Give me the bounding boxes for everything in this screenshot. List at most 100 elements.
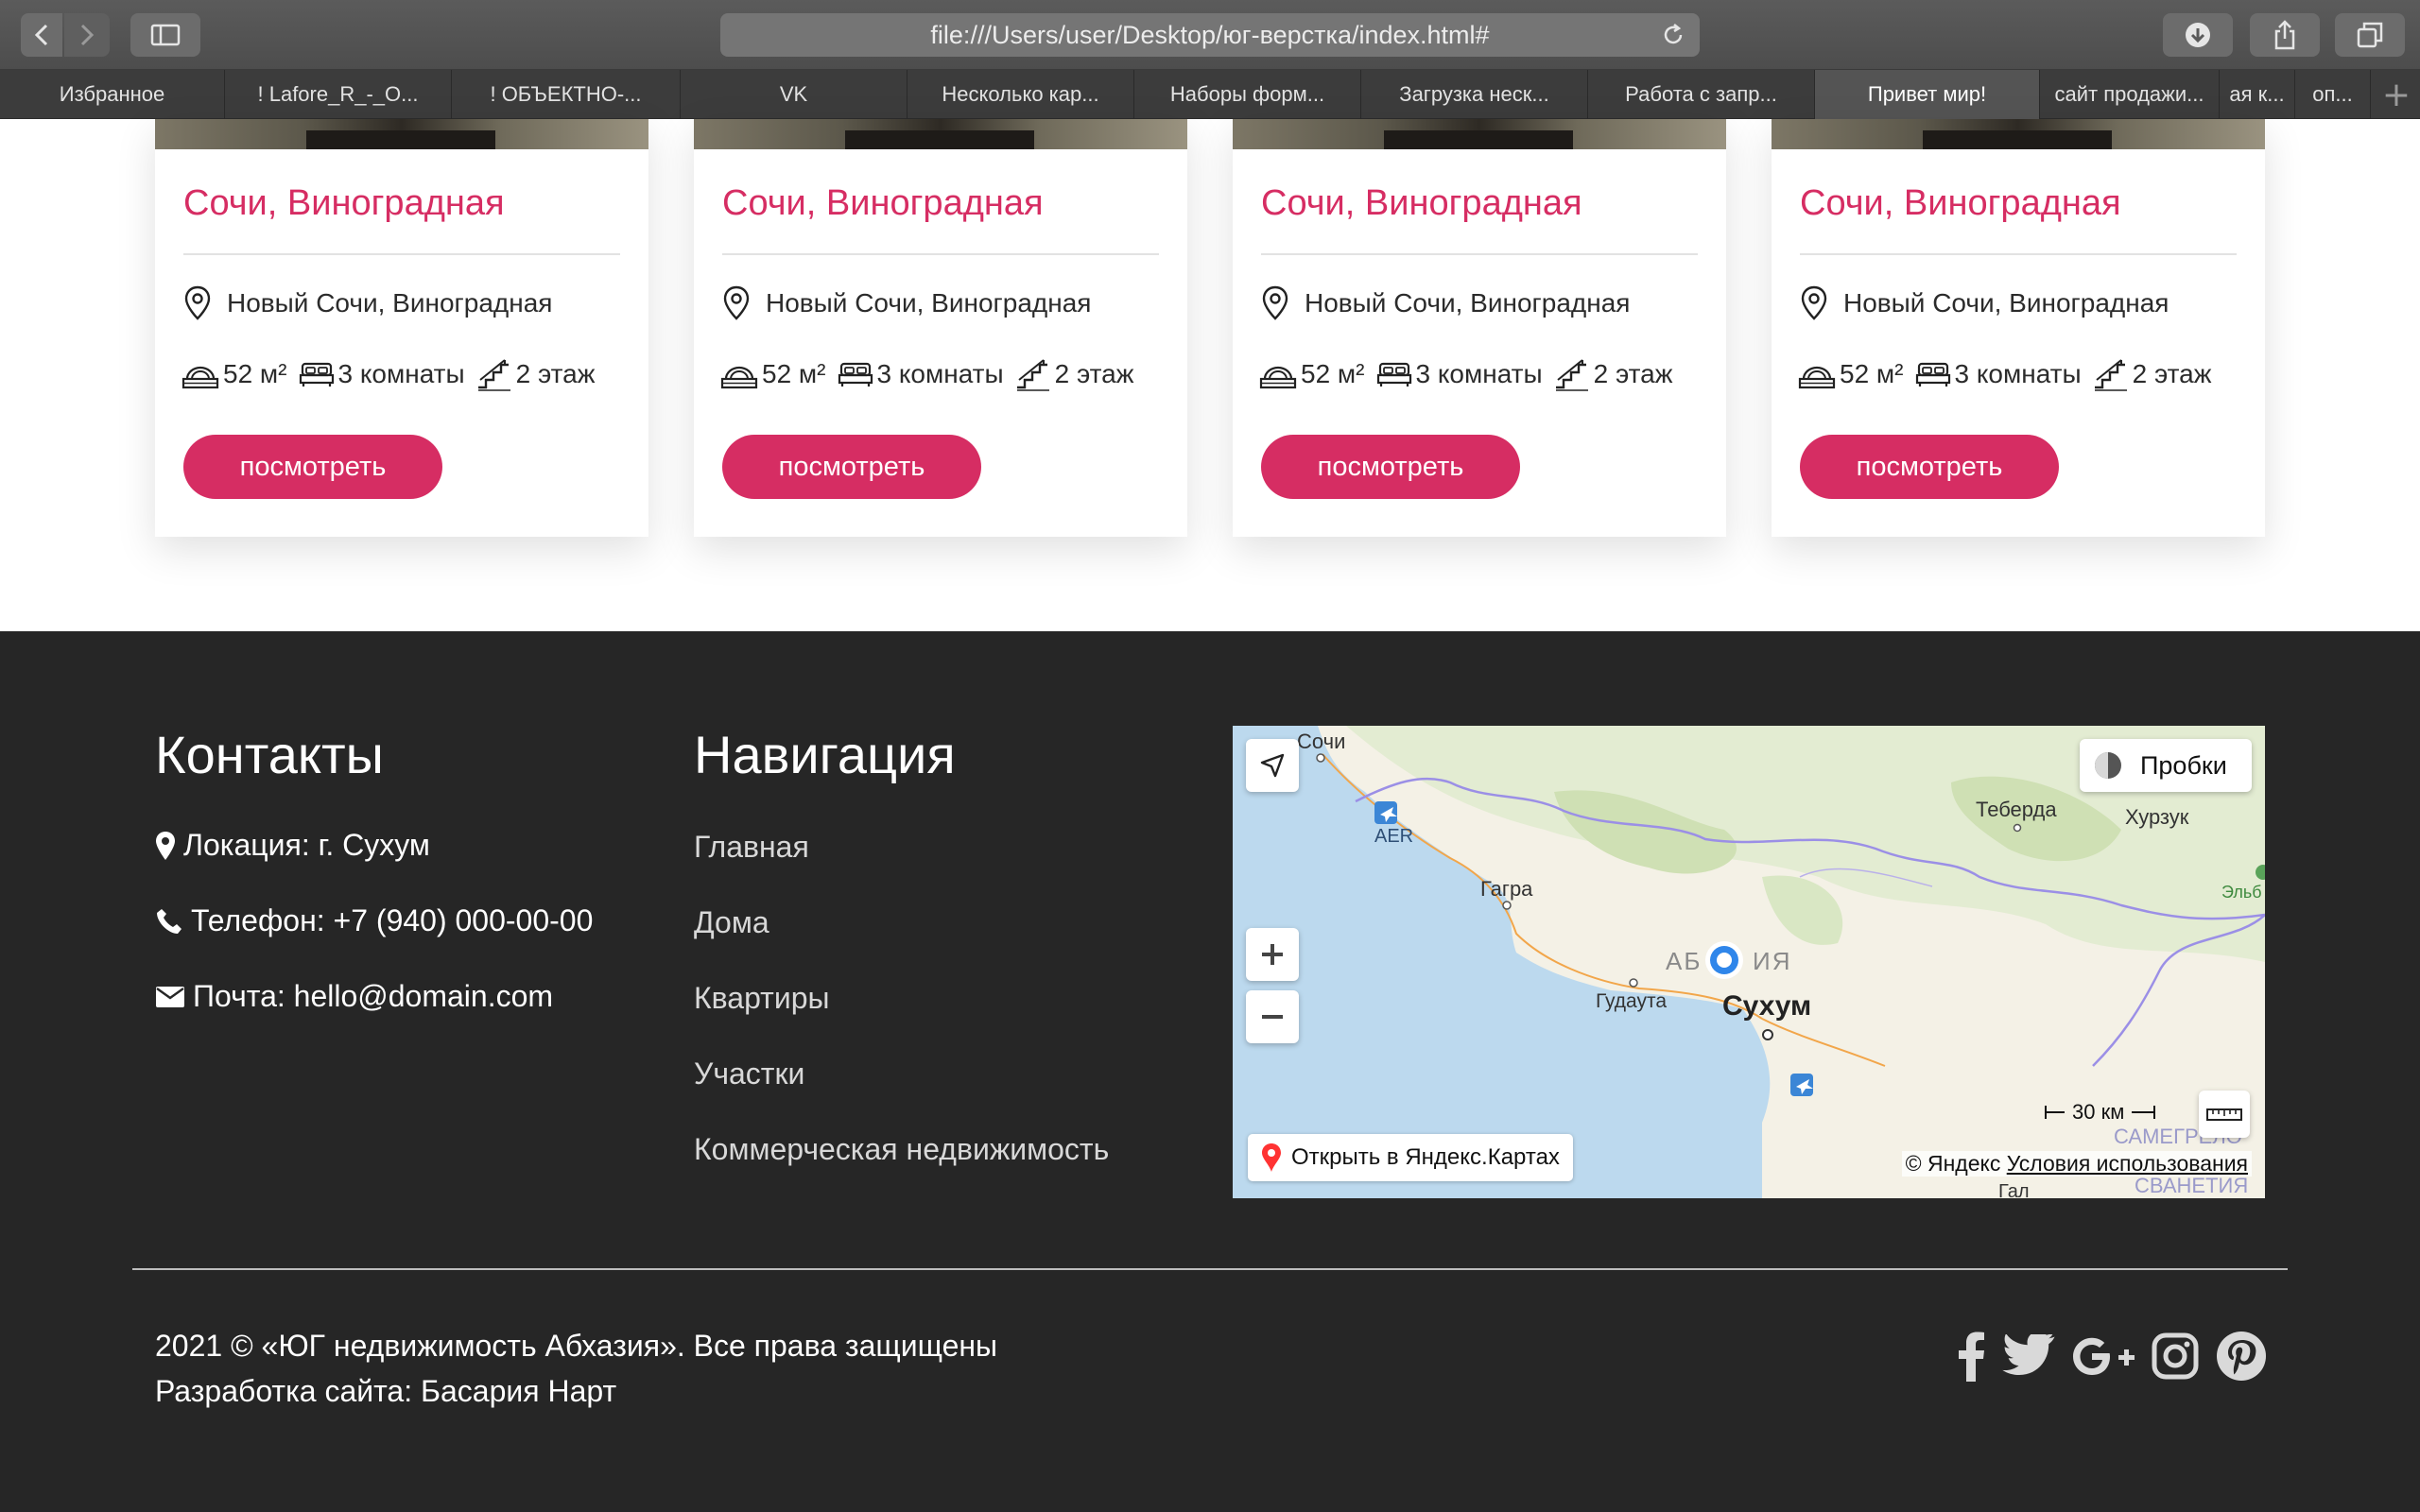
area-feature: 52 м²	[182, 358, 287, 390]
rooms-feature: 3 комнаты	[838, 359, 1004, 389]
property-title: Сочи, Виноградная	[183, 183, 505, 223]
traffic-button[interactable]: Пробки	[2080, 739, 2252, 792]
view-button[interactable]: посмотреть	[722, 435, 981, 499]
nav-link-home[interactable]: Главная	[694, 830, 809, 865]
floor-feature: 2 этаж	[2093, 357, 2212, 391]
facebook-icon	[1959, 1332, 1984, 1382]
zoom-in-button[interactable]	[1246, 928, 1299, 981]
area-icon	[182, 366, 219, 389]
property-photo[interactable]	[155, 119, 648, 149]
contact-email[interactable]: Почта: hello@domain.com	[155, 979, 553, 1014]
forward-button[interactable]	[64, 13, 110, 57]
map-copyright: © Яндекс Условия использования	[1901, 1151, 2252, 1177]
rooms-feature: 3 комнаты	[1915, 359, 2082, 389]
zoom-out-button[interactable]	[1246, 990, 1299, 1043]
tab[interactable]: Работа с запр...	[1588, 70, 1815, 119]
sidebar-icon	[150, 24, 181, 46]
map-label-svaneti: СВАНЕТИЯ	[2135, 1174, 2249, 1197]
property-photo[interactable]	[1233, 119, 1726, 149]
share-icon	[2274, 20, 2295, 50]
nav-link-apartments[interactable]: Квартиры	[694, 981, 830, 1016]
pinterest-link[interactable]	[2216, 1331, 2267, 1382]
map-label-abkhazia-left: АБ	[1666, 947, 1703, 975]
address-text: Новый Сочи, Виноградная	[766, 288, 1092, 318]
tab[interactable]: Избранное	[0, 70, 225, 119]
bed-icon	[299, 362, 334, 387]
sidebar-toggle-button[interactable]	[130, 13, 200, 57]
tab-label: ! Lafore_R_-_O...	[257, 82, 419, 106]
tab[interactable]: сайт продажи...	[2040, 70, 2220, 119]
navigation-heading: Навигация	[694, 725, 956, 784]
instagram-icon	[2152, 1332, 2199, 1380]
view-button[interactable]: посмотреть	[1800, 435, 2059, 499]
property-photo[interactable]	[1772, 119, 2265, 149]
location-pin-icon	[1801, 285, 1827, 320]
floor-text: 2 этаж	[2132, 359, 2212, 388]
area-feature: 52 м²	[1798, 358, 1904, 390]
area-icon	[720, 366, 758, 389]
traffic-icon	[2095, 752, 2121, 779]
map-terms-link[interactable]: Условия использования	[2007, 1151, 2248, 1176]
browser-toolbar: file:///Users/user/Desktop/юг-верстка/in…	[0, 0, 2420, 70]
view-button[interactable]: посмотреть	[183, 435, 442, 499]
stairs-icon	[1016, 359, 1049, 391]
property-card: Сочи, Виноградная Новый Сочи, Виноградна…	[1233, 119, 1726, 537]
google-plus-link[interactable]	[2072, 1337, 2135, 1375]
area-text: 52 м²	[223, 359, 287, 388]
phone-text: Телефон: +7 (940) 000-00-00	[191, 903, 594, 937]
property-features: 52 м² 3 комнаты 2 этаж	[1798, 357, 2222, 391]
nav-link-plots[interactable]: Участки	[694, 1057, 804, 1091]
map-label-gudauta: Гудаута	[1596, 990, 1668, 1012]
back-button[interactable]	[21, 13, 62, 57]
property-address: Новый Сочи, Виноградная	[1800, 285, 2169, 321]
tab[interactable]: ! Lafore_R_-_O...	[225, 70, 452, 119]
instagram-link[interactable]	[2152, 1332, 2199, 1380]
tab[interactable]: Несколько кар...	[908, 70, 1134, 119]
tab-label: Несколько кар...	[942, 82, 1099, 106]
show-tabs-button[interactable]	[2335, 13, 2405, 57]
floor-feature: 2 этаж	[476, 357, 595, 391]
contact-phone[interactable]: Телефон: +7 (940) 000-00-00	[155, 903, 593, 938]
rooms-feature: 3 комнаты	[299, 359, 465, 389]
nav-link-houses[interactable]: Дома	[694, 905, 769, 940]
stairs-icon	[1555, 359, 1588, 391]
open-in-yandex-maps-button[interactable]: Открыть в Яндекс.Картах	[1248, 1134, 1573, 1181]
nav-link-commercial[interactable]: Коммерческая недвижимость	[694, 1132, 1109, 1167]
facebook-link[interactable]	[1957, 1331, 1985, 1382]
site-footer: Контакты Локация: г. Сухум Телефон: +7 (…	[0, 631, 2420, 1512]
address-text: Новый Сочи, Виноградная	[1843, 288, 2169, 318]
address-text: Новый Сочи, Виноградная	[227, 288, 553, 318]
yandex-map[interactable]: Сочи AER Гагра АБ ИЯ Гудаута Сухум Тебер…	[1233, 726, 2265, 1198]
rooms-text: 3 комнаты	[337, 359, 465, 388]
tab-active[interactable]: Привет мир!	[1815, 70, 2040, 119]
divider	[1261, 253, 1698, 255]
copyright-text: 2021 © «ЮГ недвижимость Абхазия». Все пр…	[155, 1329, 998, 1363]
twitter-link[interactable]	[2002, 1334, 2055, 1378]
tab[interactable]: ! ОБЪЕКТНО-...	[452, 70, 681, 119]
scale-bar-icon	[2045, 1106, 2065, 1119]
tab[interactable]: Наборы форм...	[1134, 70, 1361, 119]
reload-icon[interactable]	[1660, 22, 1686, 48]
map-label-teberda: Теберда	[1976, 798, 2057, 821]
pinterest-icon	[2217, 1332, 2266, 1381]
geolocation-button[interactable]	[1246, 739, 1299, 792]
download-icon	[2186, 23, 2210, 47]
tab[interactable]: ая к...	[2220, 70, 2295, 119]
property-photo[interactable]	[694, 119, 1187, 149]
stairs-icon	[2094, 359, 2127, 391]
downloads-button[interactable]	[2163, 13, 2233, 57]
property-address: Новый Сочи, Виноградная	[722, 285, 1091, 321]
tab[interactable]: Загрузка неск...	[1361, 70, 1588, 119]
area-icon	[1259, 366, 1297, 389]
map-scale: 30 км	[2044, 1100, 2158, 1125]
view-button[interactable]: посмотреть	[1261, 435, 1520, 499]
rooms-feature: 3 комнаты	[1376, 359, 1543, 389]
tab[interactable]: VK	[681, 70, 908, 119]
ruler-button[interactable]	[2199, 1091, 2250, 1138]
tab[interactable]: оп...	[2295, 70, 2371, 119]
share-button[interactable]	[2250, 13, 2320, 57]
divider	[183, 253, 620, 255]
address-bar[interactable]: file:///Users/user/Desktop/юг-верстка/in…	[720, 13, 1700, 57]
new-tab-button[interactable]: +	[2373, 70, 2420, 119]
envelope-icon	[156, 986, 184, 1007]
